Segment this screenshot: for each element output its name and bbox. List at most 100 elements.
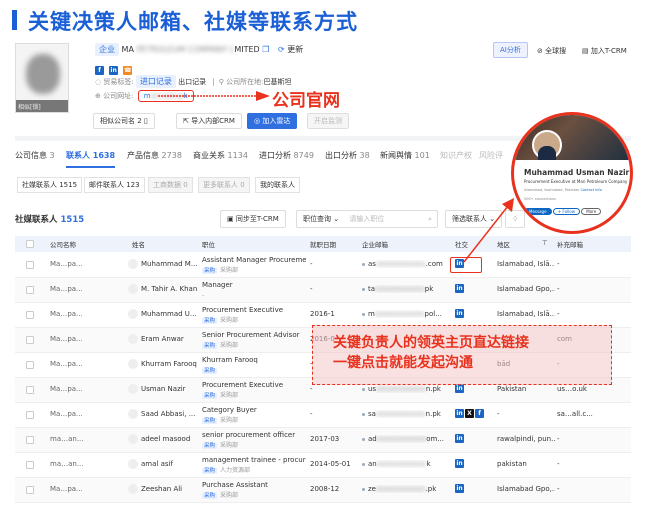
tab-products[interactable]: 产品信息 2738 bbox=[127, 150, 182, 161]
trade-export-tag[interactable]: 出口记录 bbox=[178, 78, 206, 86]
region-cell: rawalpindi, pun... bbox=[497, 435, 555, 443]
row-checkbox[interactable] bbox=[26, 386, 34, 394]
more-button[interactable]: More bbox=[581, 208, 602, 215]
linkedin-icon[interactable]: in bbox=[455, 484, 464, 493]
email-cell[interactable]: zexxxxxxxxxxxx.pk bbox=[362, 485, 452, 493]
dept-tag: 采购 bbox=[202, 343, 218, 349]
linkedin-icon[interactable]: in bbox=[455, 459, 464, 468]
sync-tcrm-button[interactable]: ▣ 同步至T-CRM bbox=[220, 210, 286, 228]
dept-tag: 采购 bbox=[202, 318, 218, 324]
add-tcrm-button[interactable]: ▤ 加入T-CRM bbox=[582, 46, 627, 56]
tab-import-analysis[interactable]: 进口分析 8749 bbox=[259, 150, 314, 161]
linkedin-icon[interactable]: in bbox=[455, 309, 464, 318]
contact-info-link[interactable]: Contact info bbox=[580, 188, 601, 192]
phone-icon[interactable]: ☎ bbox=[123, 66, 133, 75]
name-cell[interactable]: Usman Nazir bbox=[128, 384, 198, 394]
tab-business-relations[interactable]: 商业关系 1134 bbox=[193, 150, 248, 161]
extra-email-cell: - bbox=[557, 485, 560, 493]
facebook-icon[interactable]: f bbox=[475, 409, 484, 418]
email-cell[interactable]: usxxxxxxxxxxxxn.pk bbox=[362, 385, 452, 393]
annotation-line-1: 关键负责人的领英主页直达链接 bbox=[333, 335, 529, 351]
copy-icon[interactable]: ❐ bbox=[262, 45, 269, 54]
name-cell[interactable]: Zeeshan Ali bbox=[128, 484, 198, 494]
name-cell[interactable]: Khurram Farooq bbox=[128, 359, 198, 369]
filter-icon[interactable]: ⊤ bbox=[542, 239, 548, 247]
email-cell[interactable]: anxxxxxxxxxxxxk bbox=[362, 460, 452, 468]
global-search-button[interactable]: ⊘ 全球搜 bbox=[537, 46, 566, 56]
linkedin-icon[interactable]: in bbox=[455, 284, 464, 293]
similar-company-button[interactable]: 相似公司名 2 ▯ bbox=[93, 113, 155, 129]
position-cell: Procurement Executive 采购 采购部 bbox=[202, 381, 284, 399]
linkedin-profile-card: Muhammad Usman Nazir ⊙ Procurement Execu… bbox=[511, 112, 633, 234]
add-radar-button[interactable]: ◎ 加入雷达 bbox=[247, 113, 298, 129]
linkedin-icon[interactable]: in bbox=[455, 384, 464, 393]
tab-company-info[interactable]: 公司信息 3 bbox=[15, 150, 55, 161]
table-row: Ma…pa... Muhammad M... Assistant Manager… bbox=[15, 253, 631, 278]
row-checkbox[interactable] bbox=[26, 411, 34, 419]
name-cell[interactable]: amal asif bbox=[128, 459, 198, 469]
social-cell: in bbox=[455, 384, 465, 393]
email-cell[interactable]: saxxxxxxxxxxxxn.pk bbox=[362, 410, 452, 418]
subtab-my-contacts[interactable]: 我的联系人 bbox=[255, 177, 300, 193]
name-cell[interactable]: Eram Anwar bbox=[128, 334, 198, 344]
email-cell[interactable]: taxxxxxxxxxxxxpk bbox=[362, 285, 452, 293]
linkedin-icon[interactable]: in bbox=[109, 66, 119, 75]
company-header: 企业 MA PETROLEUM COMPANY LMITED ❐ ⟳ 更新 bbox=[95, 43, 303, 56]
row-checkbox[interactable] bbox=[26, 361, 34, 369]
name-cell[interactable]: M. Tahir A. Khan bbox=[128, 284, 198, 294]
region-cell: - bbox=[497, 410, 500, 418]
profile-name: Muhammad Usman Nazir ⊙ bbox=[524, 168, 630, 177]
col-email: 企业邮箱 bbox=[362, 241, 388, 249]
social-cell: in bbox=[455, 484, 465, 493]
email-cell[interactable]: adxxxxxxxxxxxxom... bbox=[362, 435, 452, 443]
row-checkbox[interactable] bbox=[26, 486, 34, 494]
row-checkbox[interactable] bbox=[26, 461, 34, 469]
select-all-checkbox[interactable] bbox=[26, 240, 34, 248]
tab-ip[interactable]: 知识产权 bbox=[440, 150, 472, 161]
subtab-more-contacts[interactable]: 更多联系人 0 bbox=[198, 177, 250, 193]
trade-import-tag[interactable]: 进口记录 bbox=[135, 75, 176, 88]
company-cell: Ma…pa... bbox=[50, 285, 83, 293]
linkedin-icon[interactable]: in bbox=[455, 409, 464, 418]
name-cell[interactable]: Saad Abbasi, ... bbox=[128, 409, 198, 419]
extra-email-cell: - bbox=[557, 310, 560, 318]
email-cell[interactable]: asxxxxxxxxxxxx.com bbox=[362, 260, 452, 268]
tab-contacts[interactable]: 联系人 1638 bbox=[66, 150, 116, 168]
row-checkbox[interactable] bbox=[26, 311, 34, 319]
tab-risk[interactable]: 风险评 bbox=[479, 150, 503, 161]
linkedin-icon[interactable]: in bbox=[455, 434, 464, 443]
dept-tag: 采购 bbox=[202, 443, 218, 449]
facebook-icon[interactable]: f bbox=[95, 66, 104, 75]
ai-analysis-button[interactable]: AI分析 bbox=[493, 42, 528, 58]
message-button[interactable]: Message bbox=[524, 208, 552, 215]
tab-export-analysis[interactable]: 出口分析 38 bbox=[325, 150, 370, 161]
subtab-social-contacts[interactable]: 社媒联系人 1515 bbox=[17, 177, 83, 193]
company-cell: Ma…pa... bbox=[50, 360, 83, 368]
row-checkbox[interactable] bbox=[26, 261, 34, 269]
company-cell: Ma…pa... bbox=[50, 260, 83, 268]
tag-icon: ◌ bbox=[95, 78, 102, 86]
follow-button[interactable]: + Follow bbox=[552, 208, 580, 215]
name-cell[interactable]: adeel masood bbox=[128, 434, 198, 444]
refresh-button[interactable]: ⟳ 更新 bbox=[278, 45, 303, 54]
subtab-business-data[interactable]: 工商数据 0 bbox=[148, 177, 193, 193]
name-cell[interactable]: Muhammad U... bbox=[128, 309, 198, 319]
row-checkbox[interactable] bbox=[26, 286, 34, 294]
monitor-button[interactable]: 开启监测 bbox=[307, 113, 349, 129]
position-search[interactable]: 职位查询 ⌄ 请输入职位 ⌕ bbox=[296, 210, 438, 228]
date-cell: - bbox=[310, 285, 313, 293]
x-icon[interactable]: X bbox=[465, 409, 474, 418]
subtab-email-contacts[interactable]: 邮件联系人 123 bbox=[84, 177, 145, 193]
table-row: ma…an... amal asif management trainee - … bbox=[15, 453, 631, 478]
import-crm-button[interactable]: ⇱ 导入内部CRM bbox=[176, 113, 242, 129]
date-cell: 2014-05-01 bbox=[310, 460, 351, 468]
name-cell[interactable]: Muhammad M... bbox=[128, 259, 198, 269]
dept-tag: 采购 bbox=[202, 268, 218, 274]
tab-news[interactable]: 新闻舆情 101 bbox=[380, 150, 430, 161]
avatar bbox=[128, 484, 138, 494]
col-position: 职位 bbox=[202, 241, 215, 249]
email-cell[interactable]: mxxxxxxxxxxxxpol... bbox=[362, 310, 452, 318]
row-checkbox[interactable] bbox=[26, 336, 34, 344]
date-cell: 2008-12 bbox=[310, 485, 340, 493]
row-checkbox[interactable] bbox=[26, 436, 34, 444]
